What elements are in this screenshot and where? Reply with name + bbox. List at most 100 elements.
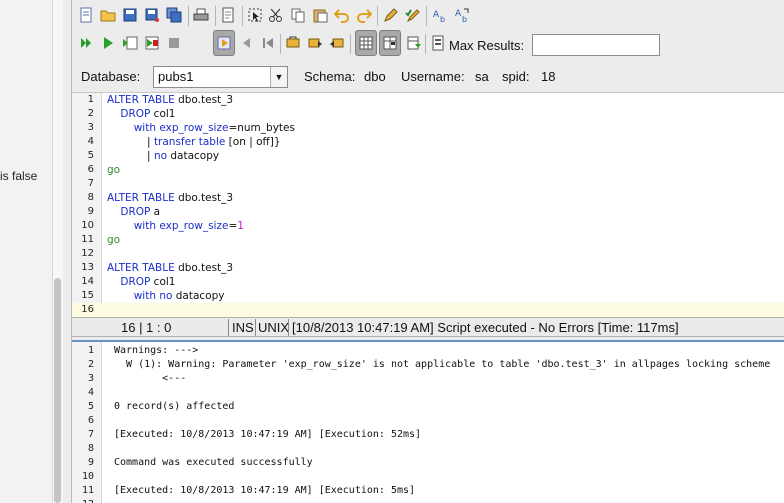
editor-line[interactable]: 16 [72, 303, 784, 317]
status-bar: 16 | 1 : 0 INS UNIX [10/8/2013 10:47:19 … [72, 317, 784, 337]
toolbar-execution: Max Results: [72, 30, 784, 60]
editor-line[interactable]: 5 | no datacopy [72, 149, 784, 163]
left-panel-snippet: is false [0, 169, 38, 183]
editor-line[interactable]: 3 with exp_row_size=num_bytes [72, 121, 784, 135]
line-number: 4 [87, 136, 94, 147]
editor-line-code: go [107, 234, 121, 246]
insert-mode: INS [232, 320, 254, 335]
bookmark-prev-icon[interactable] [327, 33, 347, 53]
output-line: 4 [72, 386, 784, 400]
stop-icon[interactable] [164, 33, 184, 53]
tool-pressed-icon[interactable] [213, 30, 235, 56]
output-line-number: 1 [87, 345, 94, 356]
paste-icon[interactable] [310, 5, 330, 25]
copy-icon[interactable] [288, 5, 308, 25]
output-line-text: <--- [114, 373, 187, 384]
print-preview-icon[interactable] [218, 5, 238, 25]
edit-check-icon[interactable] [403, 5, 423, 25]
output-line: 2 W (1): Warning: Parameter 'exp_row_siz… [72, 358, 784, 372]
output-line-text: [Executed: 10/8/2013 10:47:19 AM] [Execu… [114, 485, 416, 496]
spid-label: spid: [502, 69, 530, 84]
editor-line[interactable]: 12 [72, 247, 784, 261]
find-replace-icon[interactable]: Ab [452, 5, 472, 25]
prev-icon[interactable] [237, 33, 257, 53]
save-icon[interactable] [120, 5, 140, 25]
output-line-number: 9 [87, 457, 94, 468]
text-results-icon[interactable] [379, 30, 401, 56]
line-number: 9 [87, 206, 94, 217]
editor-line[interactable]: 4 | transfer table [on | off]} [72, 135, 784, 149]
output-line-number: 10 [81, 471, 94, 482]
results-output[interactable]: 1 Warnings: ---> 2 W (1): Warning: Paramet… [72, 340, 784, 503]
editor-line-code: with exp_row_size=1 [133, 220, 244, 232]
editor-line-code: ALTER TABLE dbo.test_3 [107, 262, 234, 274]
editor-line[interactable]: 15 with no datacopy [72, 289, 784, 303]
undo-icon[interactable] [332, 5, 352, 25]
find-icon[interactable]: Ab [430, 5, 450, 25]
line-number: 1 [87, 94, 94, 105]
save-all-icon[interactable] [164, 5, 184, 25]
output-line: 7 [Executed: 10/8/2013 10:47:19 AM] [Exec… [72, 428, 784, 442]
username-value: sa [475, 69, 489, 84]
svg-text:A: A [455, 9, 462, 19]
editor-line[interactable]: 2 DROP col1 [72, 107, 784, 121]
execute-icon[interactable] [76, 33, 96, 53]
output-line-text: Command was executed successfully [114, 457, 313, 468]
new-file-icon[interactable] [76, 5, 96, 25]
output-line: 1 Warnings: ---> [72, 344, 784, 358]
stop-batch-icon[interactable] [142, 33, 162, 53]
output-line-number: 6 [87, 415, 94, 426]
editor-line[interactable]: 7 [72, 177, 784, 191]
output-line-number: 2 [87, 359, 94, 370]
bookmark-next-icon[interactable] [305, 33, 325, 53]
chevron-down-icon[interactable]: ▼ [270, 67, 287, 87]
editor-line[interactable]: 1 ALTER TABLE dbo.test_3 [72, 93, 784, 107]
database-select[interactable]: pubs1 ▼ [153, 66, 288, 88]
output-line: 11 [Executed: 10/8/2013 10:47:19 AM] [Exe… [72, 484, 784, 498]
output-line-number: 11 [81, 485, 94, 496]
output-line-number: 7 [87, 429, 94, 440]
line-number: 16 [81, 304, 94, 315]
username-label: Username: [401, 69, 465, 84]
run-icon[interactable] [98, 33, 118, 53]
editor-line[interactable]: 11 go [72, 233, 784, 247]
open-folder-icon[interactable] [98, 5, 118, 25]
output-line: 6 [72, 414, 784, 428]
line-number: 2 [87, 108, 94, 119]
output-line-number: 3 [87, 373, 94, 384]
print-icon[interactable] [191, 5, 211, 25]
line-number: 10 [81, 220, 94, 231]
cut-icon[interactable] [266, 5, 286, 25]
editor-line[interactable]: 10 with exp_row_size=1 [72, 219, 784, 233]
line-number: 15 [81, 290, 94, 301]
editor-line[interactable]: 9 DROP a [72, 205, 784, 219]
back-icon[interactable] [259, 33, 279, 53]
left-scrollbar-thumb[interactable] [54, 278, 61, 503]
output-line-number: 12 [72, 498, 94, 503]
history-icon[interactable] [428, 33, 448, 53]
run-current-icon[interactable] [120, 33, 140, 53]
output-line: 3 <--- [72, 372, 784, 386]
line-number: 6 [87, 164, 94, 175]
bookmark-icon[interactable] [283, 33, 303, 53]
output-line-number: 5 [87, 401, 94, 412]
line-number: 11 [81, 234, 94, 245]
line-number: 13 [81, 262, 94, 273]
editor-line[interactable]: 13 ALTER TABLE dbo.test_3 [72, 261, 784, 275]
svg-text:b: b [462, 15, 467, 23]
save-as-icon[interactable] [142, 5, 162, 25]
editor-line-code: | no datacopy [107, 150, 220, 162]
edit-icon[interactable] [381, 5, 401, 25]
left-panel: is false [0, 0, 63, 503]
max-results-input[interactable] [532, 34, 660, 56]
grid-results-icon[interactable] [355, 30, 377, 56]
redo-icon[interactable] [354, 5, 374, 25]
editor-line[interactable]: 8 ALTER TABLE dbo.test_3 [72, 191, 784, 205]
select-icon[interactable] [245, 5, 265, 25]
export-results-icon[interactable] [404, 33, 424, 53]
line-number: 12 [81, 248, 94, 259]
sql-editor[interactable]: 1 ALTER TABLE dbo.test_3 2 DROP col1 3 with… [72, 92, 784, 317]
editor-line[interactable]: 14 DROP col1 [72, 275, 784, 289]
editor-line[interactable]: 6 go [72, 163, 784, 177]
line-number: 3 [87, 122, 94, 133]
